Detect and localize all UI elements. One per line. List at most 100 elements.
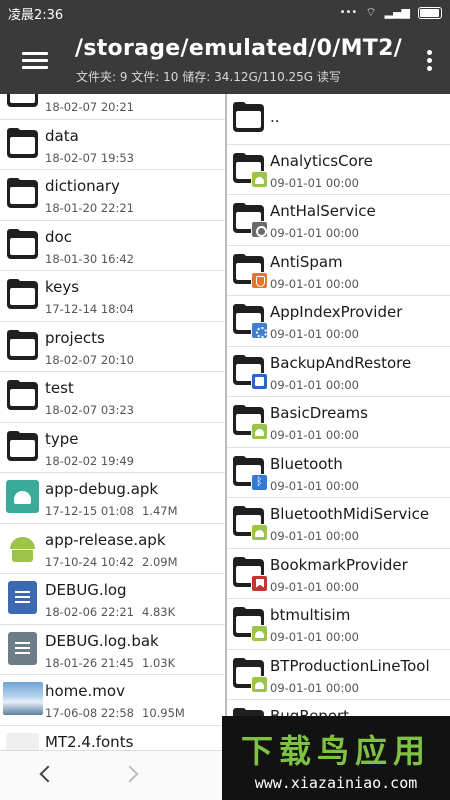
file-date: 17-12-14 18:04 [45, 302, 134, 316]
dots-icon: ••• [339, 7, 358, 18]
file-meta: 17-06-08 22:58 10.95M [45, 706, 185, 720]
folder-icon [232, 556, 268, 592]
file-list-item[interactable]: app-debug.apk 17-12-15 01:08 1.47M [0, 473, 225, 524]
app-bar: /storage/emulated/0/MT2/ 文件夹: 9 文件: 10 储… [0, 26, 450, 94]
folder-date: 09-01-01 00:00 [270, 276, 359, 291]
file-name: DEBUG.log.bak [45, 631, 159, 650]
folder-icon [232, 505, 268, 541]
status-bar: 凌晨2:36 ••• ⌔ ▂▄▆ [0, 0, 450, 26]
file-name: app-debug.apk [45, 480, 159, 498]
chevron-right-icon [121, 765, 139, 783]
file-date: 17-12-15 01:08 [45, 504, 134, 518]
log-file-icon [8, 581, 37, 614]
folder-list-item[interactable]: AntHalService 09-01-01 00:00 [227, 195, 450, 246]
file-list-item[interactable]: MT2.4.fonts [0, 726, 225, 750]
file-date: 17-10-24 10:42 [45, 554, 134, 569]
folder-icon [232, 202, 268, 238]
file-meta: 18-02-06 22:21 4.83K [45, 605, 175, 619]
folder-date: 09-01-01 00:00 [270, 529, 359, 543]
red-badge-icon [251, 574, 268, 592]
file-list-item[interactable]: DEBUG.log 18-02-06 22:21 4.83K [0, 574, 225, 625]
file-list-item[interactable]: keys 17-12-14 18:04 [0, 271, 225, 322]
forward-button[interactable] [116, 759, 152, 791]
file-list-item[interactable]: app-release.apk 17-10-24 10:42 2.09M [0, 524, 225, 574]
file-list-item[interactable]: doc 18-01-30 16:42 [0, 221, 225, 271]
file-meta: 17-12-15 01:08 1.47M [45, 504, 178, 518]
back-button[interactable] [28, 759, 64, 791]
file-meta: 18-02-07 20:21 [45, 100, 142, 114]
file-meta: 18-01-26 21:45 1.03K [45, 656, 175, 670]
folder-date: 09-01-01 00:00 [270, 175, 359, 190]
folder-list-item[interactable]: AnalyticsCore 09-01-01 00:00 [227, 145, 450, 195]
file-icon [6, 732, 39, 750]
folder-name: BookmarkProvider [270, 555, 408, 574]
folder-name: btmultisim [270, 606, 351, 624]
watermark: 下载鸟应用 www.xiazainiao.com [222, 716, 450, 800]
file-name: app-release.apk [45, 530, 166, 549]
folder-name: Bluetooth [270, 454, 343, 473]
file-meta: 18-02-07 19:53 [45, 151, 142, 165]
folder-icon [232, 606, 268, 642]
file-list-item[interactable]: DEBUG.log.bak 18-01-26 21:45 1.03K [0, 625, 225, 675]
file-size: 2.09M [142, 554, 178, 569]
folder-name: AntHalService [270, 202, 376, 220]
folder-list-item[interactable]: AppIndexProvider 09-01-01 00:00 [227, 296, 450, 347]
file-list-item[interactable]: projects 18-02-07 20:10 [0, 322, 225, 372]
folder-icon [232, 455, 268, 491]
file-list-item[interactable]: type 18-02-02 19:49 [0, 423, 225, 473]
file-meta: 17-10-24 10:42 2.09M [45, 555, 178, 569]
file-date: 18-02-07 20:21 [45, 100, 134, 114]
folder-name: AnalyticsCore [270, 151, 373, 170]
file-list-item[interactable]: test 18-02-07 03:23 [0, 372, 225, 423]
folder-icon [6, 278, 39, 311]
right-file-pane[interactable]: .. AnalyticsCore 09-01-01 00:00 AntHalServi… [227, 94, 450, 750]
folder-date: 09-01-01 00:00 [270, 226, 359, 240]
file-date: 18-02-02 19:49 [45, 453, 134, 468]
file-list-item[interactable]: dictionary 18-01-20 22:21 [0, 170, 225, 221]
folder-list-item[interactable]: btmultisim 09-01-01 00:00 [227, 599, 450, 650]
folder-name: BTProductionLineTool [270, 656, 430, 675]
file-date: 18-02-07 03:23 [45, 403, 134, 417]
menu-icon[interactable] [14, 46, 54, 76]
file-name: data [45, 126, 79, 145]
orange-badge-icon [251, 271, 268, 289]
folder-list-item[interactable]: AntiSpam 09-01-01 00:00 [227, 246, 450, 296]
folder-date: 09-01-01 00:00 [270, 327, 359, 341]
folder-list-item[interactable]: BTProductionLineTool 09-01-01 00:00 [227, 650, 450, 700]
folder-list-item[interactable]: Bluetooth 09-01-01 00:00 [227, 448, 450, 498]
file-list-item[interactable]: home.mov 17-06-08 22:58 10.95M [0, 675, 225, 726]
folder-icon [6, 228, 39, 261]
folder-icon [232, 152, 268, 188]
folder-icon [6, 430, 39, 463]
folder-icon [6, 329, 39, 362]
video-thumbnail [3, 682, 43, 715]
signal-icon: ▂▄▆ [384, 6, 410, 19]
file-date: 18-02-07 20:10 [45, 352, 134, 367]
android-badge-icon [251, 170, 268, 188]
file-meta: 18-02-02 19:49 [45, 454, 142, 468]
folder-icon [6, 94, 39, 109]
battery-icon [418, 6, 442, 19]
android-badge-icon [251, 524, 268, 541]
grey-badge-icon [251, 221, 268, 238]
android-icon [6, 531, 39, 564]
watermark-url: www.xiazainiao.com [254, 774, 418, 792]
folder-list-item[interactable]: .. [227, 94, 450, 145]
android-badge-icon [251, 675, 268, 693]
folder-list-item[interactable]: BackupAndRestore 09-01-01 00:00 [227, 347, 450, 397]
file-list-item[interactable]: thumbnails18-02-07 20:21 [0, 94, 225, 120]
file-meta: 18-01-20 22:21 [45, 201, 142, 215]
folder-list-item[interactable]: BluetoothMidiService 09-01-01 00:00 [227, 498, 450, 549]
file-name: doc [45, 227, 72, 246]
folder-name: BluetoothMidiService [270, 505, 430, 523]
left-file-pane[interactable]: thumbnails18-02-07 20:21 data 18-02-07 19:… [0, 94, 225, 750]
file-name: DEBUG.log [45, 581, 127, 599]
folder-icon [6, 177, 39, 210]
file-list-item[interactable]: data 18-02-07 19:53 [0, 120, 225, 170]
folder-date: 09-01-01 00:00 [270, 630, 359, 644]
folder-icon [6, 127, 39, 160]
folder-list-item[interactable]: BookmarkProvider 09-01-01 00:00 [227, 549, 450, 599]
folder-icon [6, 379, 39, 412]
folder-list-item[interactable]: BasicDreams 09-01-01 00:00 [227, 397, 450, 448]
overflow-menu-icon[interactable] [424, 48, 434, 74]
